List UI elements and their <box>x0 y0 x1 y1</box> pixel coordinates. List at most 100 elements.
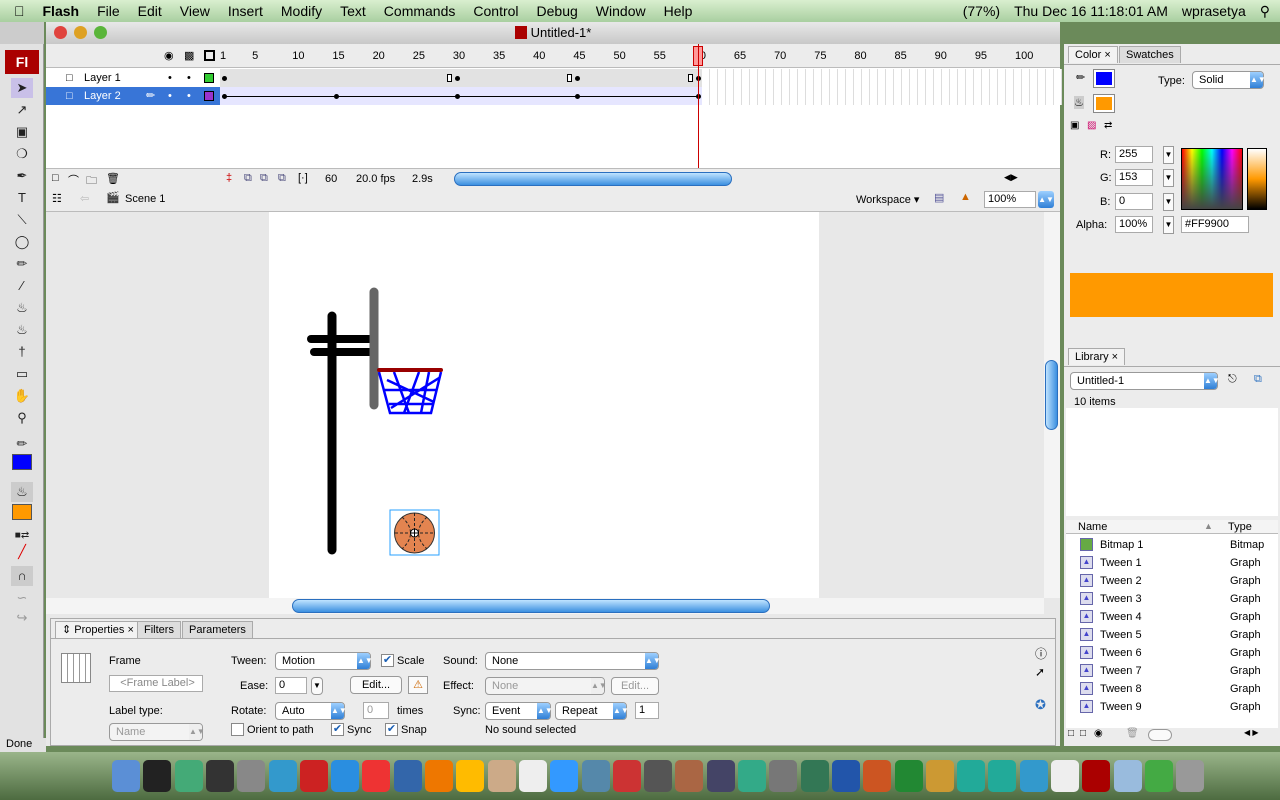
chrome-icon[interactable] <box>362 760 391 792</box>
back-arrow-icon[interactable]: ⇦ <box>80 192 89 205</box>
preview-icon[interactable] <box>174 760 203 792</box>
safari-icon[interactable] <box>331 760 360 792</box>
rotate-select[interactable]: Auto ▲▼ <box>275 702 347 720</box>
empty-frames[interactable] <box>701 87 1062 105</box>
properties-icon[interactable]: ◉ <box>1094 728 1103 739</box>
zoom-button[interactable] <box>94 26 107 39</box>
accessibility-icon[interactable]: ✪ <box>1035 697 1046 713</box>
selection-tool-icon[interactable]: ➤ <box>11 78 33 98</box>
frame-label-input[interactable]: <Frame Label> <box>109 675 203 692</box>
spotlight-icon[interactable]: ⚲ <box>1260 3 1270 20</box>
trash-icon[interactable] <box>1176 760 1205 792</box>
menu-help[interactable]: Help <box>664 3 693 19</box>
outline-color-swatch[interactable] <box>204 73 214 83</box>
dashboard-icon[interactable] <box>205 760 234 792</box>
documents-icon[interactable] <box>1113 760 1142 792</box>
system-preferences-icon[interactable] <box>237 760 266 792</box>
keyframe[interactable] <box>222 94 227 99</box>
fill-color-bucket-icon[interactable]: ♨ <box>11 482 33 502</box>
effect-edit-button[interactable]: Edit... <box>611 677 659 695</box>
effect-select[interactable]: None ▲▼ <box>485 677 607 695</box>
red-slider-button[interactable]: ▼ <box>1163 146 1174 164</box>
zoom-dropdown[interactable]: ▲▼ <box>1038 191 1054 208</box>
alpha-slider-button[interactable]: ▼ <box>1163 216 1174 234</box>
utility-icon[interactable] <box>769 760 798 792</box>
timeline-toggle-icon[interactable]: ☷ <box>52 192 62 205</box>
empty-frames[interactable] <box>701 69 1062 87</box>
spaces-icon[interactable] <box>706 760 735 792</box>
menu-view[interactable]: View <box>180 3 210 19</box>
lock-dot[interactable]: • <box>187 69 191 87</box>
menu-file[interactable]: File <box>97 3 120 19</box>
menu-edit[interactable]: Edit <box>138 3 162 19</box>
sync-select[interactable]: Event ▲▼ <box>485 702 553 720</box>
user-name[interactable]: wprasetya <box>1182 3 1246 19</box>
library-scroll-thumb[interactable] <box>1148 729 1172 741</box>
onion-outlines-icon[interactable]: ⧉ <box>260 172 268 185</box>
stroke-color-pencil-icon[interactable]: ✏ <box>11 434 33 454</box>
fill-color-swatch[interactable] <box>1093 94 1115 113</box>
lock-dot[interactable]: • <box>187 87 191 105</box>
ease-edit-button[interactable]: Edit... <box>350 676 402 694</box>
ink-bottle-icon[interactable]: ♨ <box>11 298 33 318</box>
firefox-icon[interactable] <box>425 760 453 792</box>
fill-bucket-icon[interactable]: ♨ <box>1074 96 1084 109</box>
downloads-icon[interactable] <box>1144 760 1173 792</box>
itunes-icon[interactable] <box>550 760 579 792</box>
tab-properties[interactable]: ⇕ Properties × <box>55 621 141 638</box>
library-item[interactable]: ▲ Tween 7 Graph <box>1066 662 1278 680</box>
library-item[interactable]: ▲ Tween 6 Graph <box>1066 644 1278 662</box>
add-guide-layer-icon[interactable]: ⌒ <box>68 172 79 188</box>
no-color-icon[interactable]: ▨ <box>1087 120 1096 131</box>
timeline-scrollbar-thumb[interactable] <box>454 172 732 186</box>
center-frame-icon[interactable]: ‡ <box>226 172 232 184</box>
help-icon[interactable]: ⓘ <box>1035 645 1047 662</box>
safari-alt-icon[interactable] <box>268 760 297 792</box>
hex-input[interactable]: #FF9900 <box>1181 216 1249 233</box>
zoom-tool-icon[interactable]: ⚲ <box>11 408 33 428</box>
imovie-icon[interactable] <box>644 760 673 792</box>
visibility-dot[interactable]: • <box>168 87 172 105</box>
menu-window[interactable]: Window <box>596 3 646 19</box>
outlook-icon[interactable] <box>925 760 954 792</box>
snap-magnet-icon[interactable]: ∩ <box>11 566 33 586</box>
new-library-panel-icon[interactable]: ⧉ <box>1254 373 1262 386</box>
time-machine-icon[interactable] <box>738 760 766 792</box>
photo-booth-icon[interactable] <box>612 760 641 792</box>
frame-ruler[interactable]: 1510152025303540455055606570758085909510… <box>220 44 1060 68</box>
brightness-slider[interactable] <box>1247 148 1267 210</box>
hand-tool-icon[interactable]: ✋ <box>11 386 33 406</box>
repeat-select[interactable]: Repeat ▲▼ <box>555 702 629 720</box>
basketball-pole[interactable] <box>307 311 375 555</box>
layer-name[interactable]: Layer 2 <box>84 90 121 102</box>
layer-name-cell[interactable]: □ Layer 2 ✏ • • <box>46 87 220 105</box>
ease-slider-button[interactable]: ▼ <box>311 677 323 695</box>
default-colors-icon[interactable]: ▣ <box>1070 120 1079 131</box>
end-frame[interactable] <box>567 74 573 82</box>
column-type-header[interactable]: Type <box>1228 521 1252 533</box>
green-slider-button[interactable]: ▼ <box>1163 169 1174 187</box>
sync-checkbox[interactable]: ✔ <box>331 723 344 736</box>
tab-parameters[interactable]: Parameters <box>182 621 253 638</box>
tab-filters[interactable]: Filters <box>137 621 181 638</box>
scale-checkbox[interactable]: ✔ <box>381 654 394 667</box>
library-item[interactable]: ▲ Tween 8 Graph <box>1066 680 1278 698</box>
battery-text[interactable]: (77%) <box>963 3 1000 19</box>
onion-skin-icon[interactable]: ⧉ <box>244 172 252 185</box>
horizontal-scrollbar-thumb[interactable] <box>292 599 770 613</box>
visibility-dot[interactable]: • <box>168 69 172 87</box>
horizontal-scrollbar[interactable] <box>46 598 1044 614</box>
tab-library[interactable]: Library × <box>1068 348 1126 365</box>
keyframe[interactable] <box>334 94 340 99</box>
minimize-button[interactable] <box>74 26 87 39</box>
repeat-count-input[interactable]: 1 <box>635 702 659 719</box>
orient-to-path-checkbox[interactable] <box>231 723 244 736</box>
eyedropper-icon[interactable]: † <box>11 342 33 362</box>
tween-select[interactable]: Motion ▲▼ <box>275 652 373 670</box>
word-icon[interactable] <box>831 760 860 792</box>
layer-frames[interactable] <box>220 87 702 105</box>
basketball-net[interactable] <box>377 371 443 415</box>
brush-tool-icon[interactable]: ⁄ <box>11 276 33 296</box>
menu-commands[interactable]: Commands <box>384 3 456 19</box>
powerpoint-icon[interactable] <box>863 760 892 792</box>
